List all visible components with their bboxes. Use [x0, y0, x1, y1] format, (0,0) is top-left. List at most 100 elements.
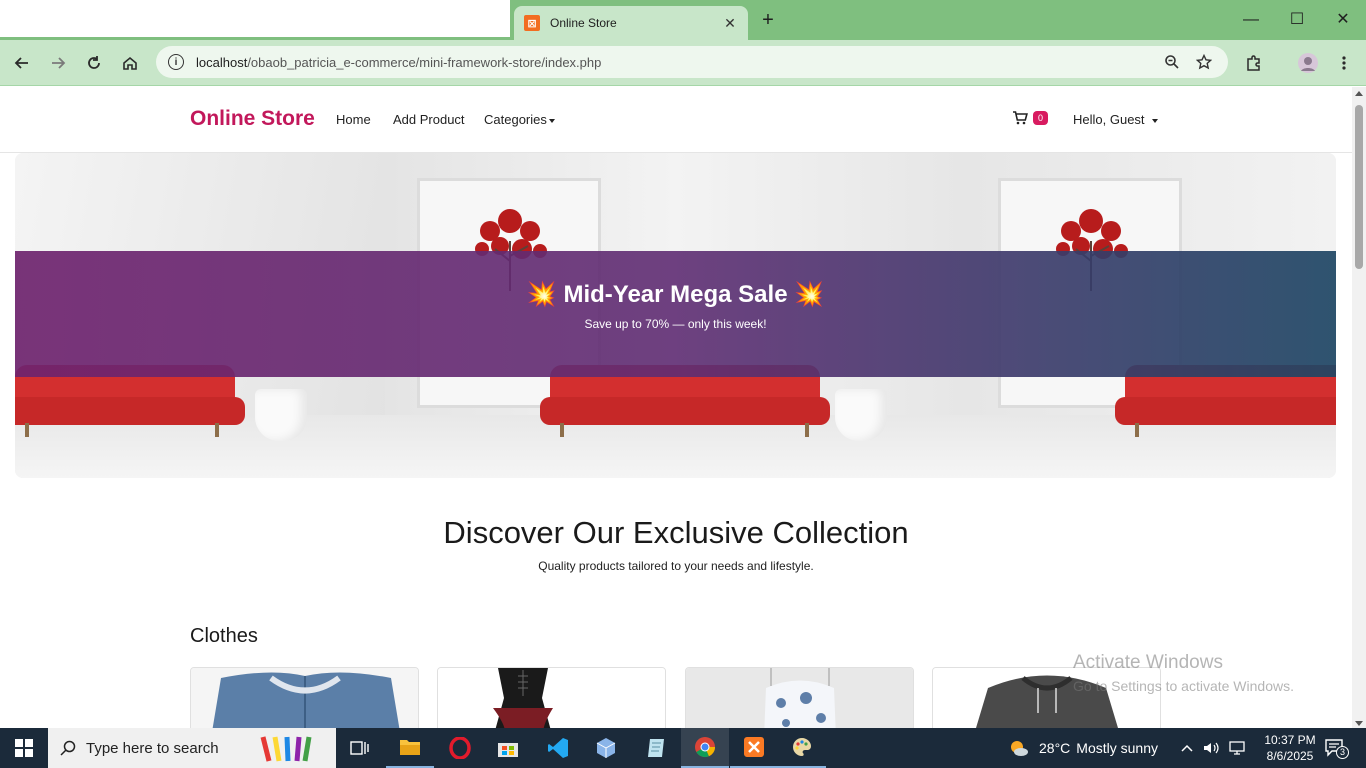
paint-app-button[interactable]	[778, 728, 826, 768]
profile-avatar-icon	[1298, 53, 1318, 73]
page-scrollbar[interactable]	[1352, 87, 1366, 728]
cube-icon	[596, 738, 616, 758]
chrome-icon	[695, 737, 716, 758]
windows-logo-icon	[15, 739, 33, 757]
browser-tab-online-store[interactable]: ⊠ Online Store ✕	[514, 6, 748, 40]
task-view-icon	[350, 741, 369, 755]
page-viewport: Online Store Home Add Product Categories…	[0, 87, 1352, 728]
new-tab-button[interactable]: +	[758, 8, 778, 32]
puzzle-icon	[1247, 55, 1260, 71]
forward-button[interactable]	[46, 51, 70, 75]
taskbar-clock[interactable]: 10:37 PM 8/6/2025	[1254, 732, 1326, 764]
browser-menu-button[interactable]	[1332, 51, 1356, 75]
tabstrip-blank-area	[0, 0, 510, 37]
scrollbar-thumb[interactable]	[1355, 105, 1363, 269]
notepad-app-button[interactable]	[632, 728, 680, 768]
virtualbox-button[interactable]	[582, 728, 630, 768]
reload-icon	[88, 56, 100, 69]
vscode-icon	[548, 738, 568, 758]
close-window-button[interactable]: ✕	[1331, 8, 1355, 32]
sale-banner[interactable]: 💥 Mid-Year Mega Sale 💥 Save up to 70% — …	[15, 251, 1336, 377]
taskbar-search-box[interactable]: Type here to search	[48, 728, 336, 768]
notification-count-badge: 3	[1336, 746, 1349, 759]
microsoft-store-button[interactable]	[484, 728, 532, 768]
weather-temperature: 28°C	[1039, 740, 1071, 756]
note-icon	[648, 739, 664, 757]
extensions-button[interactable]	[1242, 51, 1266, 75]
home-button[interactable]	[118, 51, 142, 75]
system-tray-icons	[1180, 728, 1246, 768]
network-icon[interactable]	[1228, 740, 1246, 756]
store-bag-icon	[498, 743, 518, 757]
shopping-cart-icon	[1013, 111, 1028, 125]
xampp-icon	[744, 737, 764, 757]
search-icon	[60, 740, 76, 756]
bookmark-star-icon[interactable]	[1192, 50, 1216, 74]
notification-center-button[interactable]: 3	[1324, 738, 1349, 759]
weather-widget[interactable]: 28°C Mostly sunny	[1008, 728, 1158, 768]
partly-sunny-icon	[1011, 741, 1028, 756]
paint-brushes-icon	[260, 736, 312, 762]
clock-time: 10:37 PM	[1264, 733, 1316, 747]
xampp-favicon-icon: ⊠	[524, 15, 540, 31]
nav-home-link[interactable]: Home	[336, 112, 371, 127]
home-icon	[123, 56, 137, 70]
clock-date: 8/6/2025	[1266, 749, 1314, 763]
forward-arrow-icon	[52, 57, 66, 69]
reload-button[interactable]	[82, 51, 106, 75]
watermark-line-1: Activate Windows	[1073, 652, 1223, 673]
collection-subtitle: Quality products tailored to your needs …	[538, 559, 814, 573]
user-dropdown[interactable]: Hello, Guest	[1073, 112, 1159, 127]
url-host: localhost	[196, 54, 248, 70]
minimize-window-button[interactable]: —	[1239, 8, 1263, 32]
windows-taskbar: Type here to search 28°C Mostly sunny 10…	[0, 728, 1366, 768]
close-tab-icon[interactable]: ✕	[722, 15, 738, 32]
white-vase-center	[835, 389, 887, 441]
product-card[interactable]	[685, 667, 914, 728]
chrome-button[interactable]	[681, 728, 729, 768]
white-vase-left	[255, 389, 307, 441]
nav-categories-dropdown[interactable]: Categories	[484, 112, 555, 127]
maximize-window-button[interactable]: ☐	[1285, 8, 1309, 32]
categories-label: Categories	[484, 112, 547, 127]
back-button[interactable]	[10, 51, 34, 75]
cart-count-badge: 0	[1033, 111, 1049, 125]
vscode-button[interactable]	[534, 728, 582, 768]
search-placeholder: Type here to search	[86, 739, 219, 757]
browser-tabstrip: ⊠ Online Store ✕ + — ☐ ✕	[0, 0, 1366, 40]
url-text[interactable]: localhost/obaob_patricia_e-commerce/mini…	[196, 55, 1152, 70]
product-card[interactable]	[190, 667, 419, 728]
brand-logo[interactable]: Online Store	[190, 107, 315, 131]
cart-button[interactable]: 0	[1012, 111, 1049, 125]
task-view-button[interactable]	[336, 728, 384, 768]
kebab-menu-icon	[1342, 56, 1346, 70]
url-path: /obaob_patricia_e-commerce/mini-framewor…	[247, 54, 602, 70]
chevron-down-icon	[548, 118, 555, 123]
xampp-button[interactable]	[730, 728, 778, 768]
watermark-line-2: Go to Settings to activate Windows.	[1073, 678, 1294, 694]
folder-icon	[400, 740, 420, 755]
scroll-up-icon[interactable]	[1355, 91, 1363, 96]
category-heading-clothes: Clothes	[190, 625, 258, 647]
corset-dress-image	[438, 668, 665, 728]
chevron-down-icon	[1152, 118, 1159, 123]
sale-subtitle: Save up to 70% — only this week!	[584, 316, 767, 331]
profile-avatar[interactable]	[1296, 51, 1320, 75]
opera-icon	[449, 737, 471, 759]
opera-button[interactable]	[436, 728, 484, 768]
site-info-icon[interactable]: i	[168, 54, 184, 70]
file-explorer-button[interactable]	[386, 728, 434, 768]
nav-add-product-link[interactable]: Add Product	[393, 112, 465, 127]
zoom-icon[interactable]	[1160, 50, 1184, 74]
address-bar[interactable]: i localhost/obaob_patricia_e-commerce/mi…	[156, 46, 1228, 78]
product-card[interactable]	[437, 667, 666, 728]
floral-top-image	[686, 668, 913, 728]
start-button[interactable]	[0, 728, 48, 768]
chevron-up-icon[interactable]	[1180, 743, 1194, 753]
collection-title: Discover Our Exclusive Collection	[443, 515, 909, 550]
weather-condition: Mostly sunny	[1076, 740, 1158, 756]
tab-title: Online Store	[550, 16, 617, 30]
scroll-down-icon[interactable]	[1355, 721, 1363, 726]
palette-icon	[793, 738, 812, 756]
speaker-icon[interactable]	[1202, 740, 1220, 756]
